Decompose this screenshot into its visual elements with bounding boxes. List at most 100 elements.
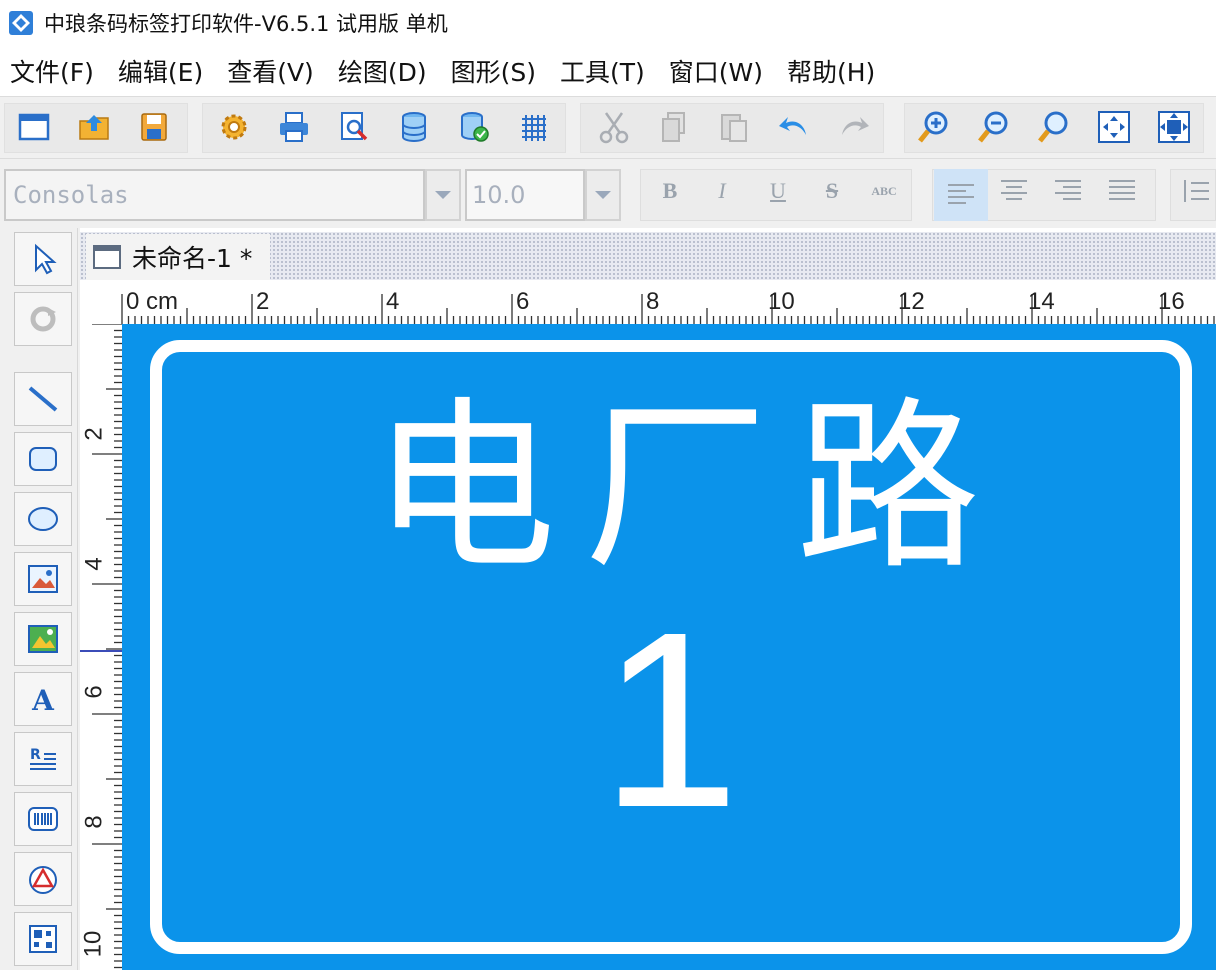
fit-page-icon bbox=[1158, 111, 1190, 143]
database-button[interactable] bbox=[394, 107, 434, 147]
paste-button[interactable] bbox=[714, 107, 754, 147]
paste-icon bbox=[721, 114, 747, 142]
cut-icon bbox=[599, 112, 629, 144]
document-tab[interactable]: 未命名-1 * bbox=[86, 234, 270, 280]
zoom-out-button[interactable] bbox=[974, 107, 1014, 147]
zoom-actual-icon bbox=[1038, 111, 1068, 143]
zoom-in-button[interactable] bbox=[914, 107, 954, 147]
document-window-icon bbox=[93, 245, 121, 269]
road-name-text[interactable]: 电厂路 bbox=[340, 388, 1040, 588]
menu-window[interactable]: 窗口(W) bbox=[669, 53, 763, 89]
rotate-tool-button[interactable] bbox=[14, 292, 72, 346]
grid-button[interactable] bbox=[514, 107, 554, 147]
case-button[interactable]: ABC bbox=[864, 171, 904, 211]
copy-button[interactable] bbox=[654, 107, 694, 147]
line-tool-button[interactable] bbox=[14, 372, 72, 426]
zoom-out-icon bbox=[978, 111, 1008, 143]
chevron-down-icon bbox=[595, 191, 611, 199]
ruler-h-label: 16 bbox=[1158, 288, 1185, 315]
menu-file[interactable]: 文件(F) bbox=[10, 53, 94, 89]
align-center-button[interactable] bbox=[994, 171, 1034, 211]
zoom-actual-button[interactable] bbox=[1034, 107, 1074, 147]
fit-window-button[interactable] bbox=[1094, 107, 1134, 147]
ellipse-tool-button[interactable] bbox=[14, 492, 72, 546]
settings-gear-icon bbox=[221, 114, 247, 140]
print-button[interactable] bbox=[274, 107, 314, 147]
toolbar-group-print bbox=[202, 103, 566, 153]
rounded-rectangle-icon bbox=[29, 447, 57, 471]
picture-icon bbox=[28, 625, 58, 653]
align-left-icon bbox=[948, 184, 974, 204]
underline-button[interactable]: U bbox=[758, 171, 798, 211]
ruler-h-label: 6 bbox=[516, 288, 530, 315]
menu-tools[interactable]: 工具(T) bbox=[560, 53, 645, 89]
open-button[interactable] bbox=[74, 107, 114, 147]
app-logo-icon bbox=[9, 11, 33, 35]
rich-text-icon: R bbox=[30, 747, 56, 770]
ruler-v-label: 6 bbox=[80, 685, 108, 699]
menu-bar: 文件(F) 编辑(E) 查看(V) 绘图(D) 图形(S) 工具(T) 窗口(W… bbox=[0, 46, 1216, 96]
grid-icon bbox=[522, 115, 546, 141]
settings-button[interactable] bbox=[214, 107, 254, 147]
menu-edit[interactable]: 编辑(E) bbox=[118, 53, 203, 89]
select-tool-button[interactable] bbox=[14, 232, 72, 286]
fit-window-icon bbox=[1098, 111, 1130, 143]
font-name-select[interactable]: Consolas bbox=[4, 169, 425, 221]
menu-help[interactable]: 帮助(H) bbox=[787, 53, 875, 89]
ruler-h-label: 2 bbox=[256, 288, 270, 315]
font-name-dropdown-button[interactable] bbox=[425, 169, 461, 221]
menu-draw[interactable]: 绘图(D) bbox=[338, 53, 427, 89]
tool-palette: A R bbox=[0, 228, 78, 970]
chevron-down-icon bbox=[435, 191, 451, 199]
align-right-button[interactable] bbox=[1048, 171, 1088, 211]
print-preview-button[interactable] bbox=[334, 107, 374, 147]
ruler-v-label: 10 bbox=[79, 930, 107, 958]
line-spacing-button[interactable] bbox=[1176, 171, 1216, 211]
title-bar: 中琅条码标签打印软件-V6.5.1 试用版 单机 bbox=[0, 0, 1216, 46]
new-document-icon bbox=[18, 113, 50, 141]
qrcode-tool-button[interactable] bbox=[14, 912, 72, 966]
italic-button[interactable]: I bbox=[702, 171, 742, 211]
image-tool-button[interactable] bbox=[14, 552, 72, 606]
format-toolbar: Consolas 10.0 B I U S ABC bbox=[0, 158, 1216, 228]
image-icon bbox=[28, 565, 58, 593]
ruler-unit-label: 0 cm bbox=[126, 288, 179, 315]
road-number-text[interactable]: 1 bbox=[560, 590, 780, 850]
text-tool-button[interactable]: A bbox=[14, 672, 72, 726]
open-folder-icon bbox=[79, 115, 109, 140]
undo-button[interactable] bbox=[774, 107, 814, 147]
barcode-tool-button[interactable] bbox=[14, 792, 72, 846]
main-toolbar bbox=[0, 96, 1216, 158]
shape-tool-button[interactable] bbox=[14, 852, 72, 906]
align-left-button[interactable] bbox=[934, 169, 988, 221]
rich-text-tool-button[interactable]: R bbox=[14, 732, 72, 786]
font-size-select[interactable]: 10.0 bbox=[465, 169, 585, 221]
rotate-icon bbox=[30, 306, 56, 332]
justify-button[interactable] bbox=[1102, 171, 1142, 211]
triangle-shape-icon bbox=[29, 866, 57, 894]
redo-icon bbox=[842, 117, 869, 135]
ruler-h-label: 10 bbox=[768, 288, 795, 315]
save-button[interactable] bbox=[134, 107, 174, 147]
fit-page-button[interactable] bbox=[1154, 107, 1194, 147]
ellipse-icon bbox=[28, 507, 58, 531]
picture-tool-button[interactable] bbox=[14, 612, 72, 666]
rectangle-tool-button[interactable] bbox=[14, 432, 72, 486]
cursor-position-marker bbox=[80, 650, 122, 652]
menu-shape[interactable]: 图形(S) bbox=[451, 53, 536, 89]
line-spacing-icon bbox=[1184, 180, 1209, 202]
save-disk-icon bbox=[141, 113, 167, 141]
database-connect-button[interactable] bbox=[454, 107, 494, 147]
cut-button[interactable] bbox=[594, 107, 634, 147]
redo-button[interactable] bbox=[834, 107, 874, 147]
menu-view[interactable]: 查看(V) bbox=[227, 53, 314, 89]
strikethrough-button[interactable]: S bbox=[812, 171, 852, 211]
font-size-dropdown-button[interactable] bbox=[585, 169, 621, 221]
bold-button[interactable]: B bbox=[650, 171, 690, 211]
cursor-arrow-icon bbox=[35, 243, 57, 275]
ruler-h-label: 14 bbox=[1028, 288, 1055, 315]
horizontal-ruler: 0 cm 2 4 6 8 10 12 14 16 bbox=[80, 280, 1216, 324]
new-document-button[interactable] bbox=[14, 107, 54, 147]
undo-icon bbox=[779, 117, 806, 135]
ruler-v-label: 8 bbox=[80, 815, 108, 829]
